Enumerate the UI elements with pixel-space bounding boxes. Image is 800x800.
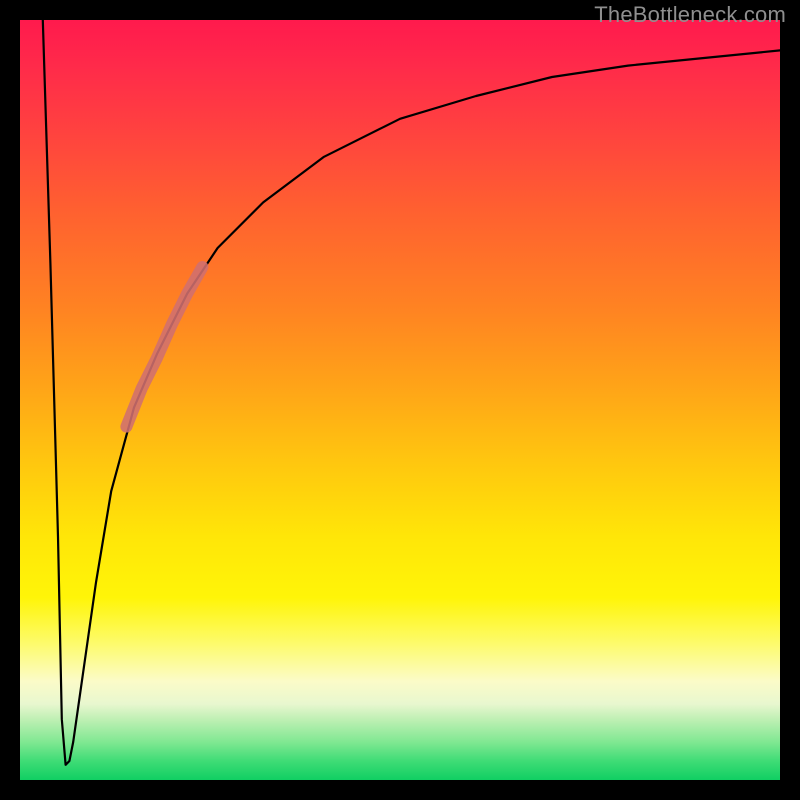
- watermark-text: TheBottleneck.com: [594, 2, 786, 28]
- bottleneck-curve: [43, 20, 780, 765]
- plot-area: [20, 20, 780, 780]
- chart-frame: TheBottleneck.com: [0, 0, 800, 800]
- highlight-segment: [126, 267, 202, 427]
- curve-svg: [20, 20, 780, 780]
